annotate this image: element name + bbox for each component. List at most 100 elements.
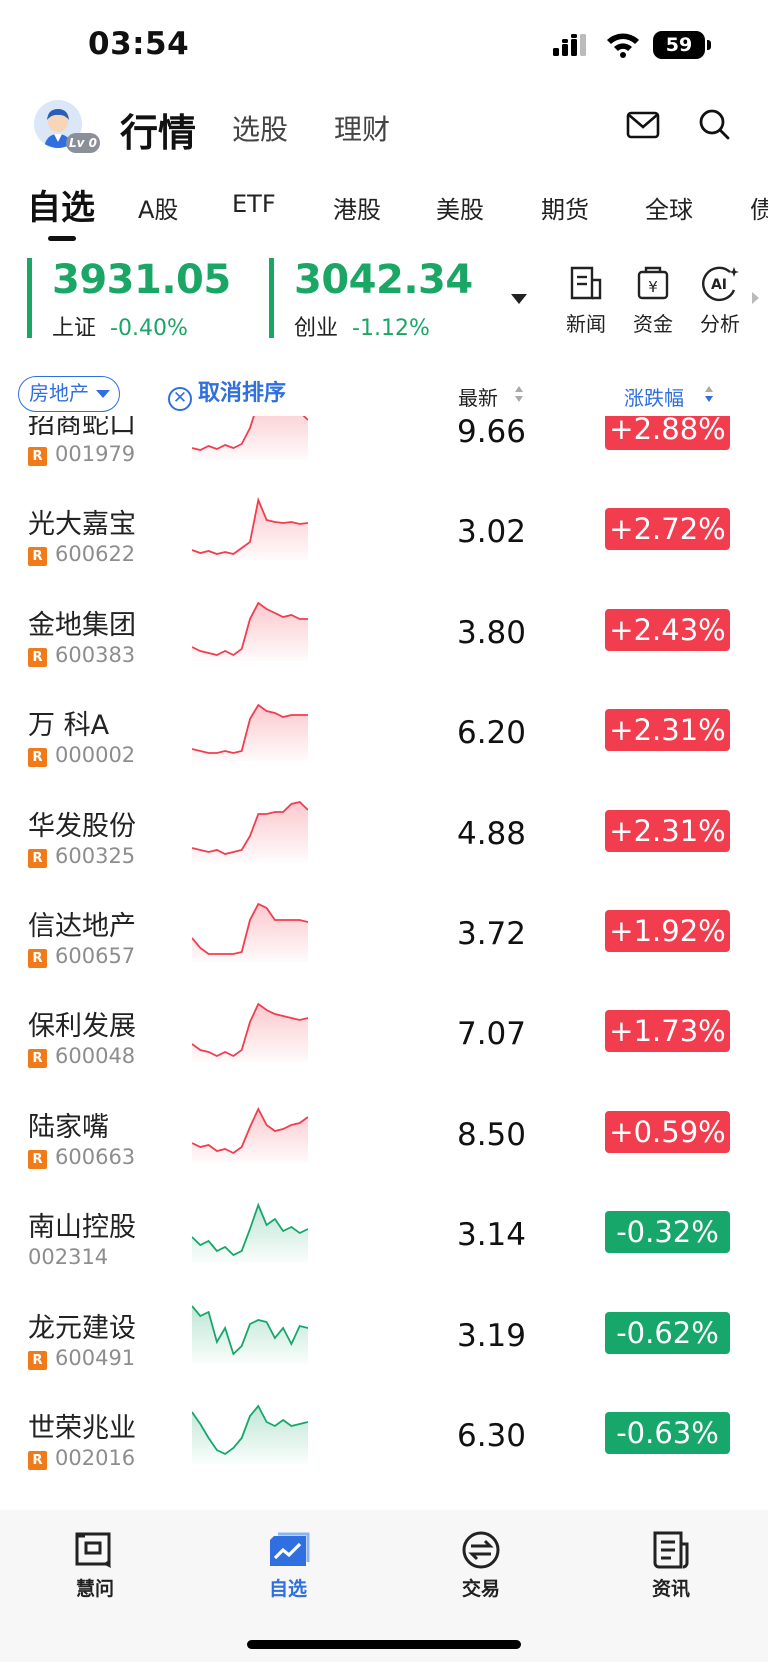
- nav-info-label: 资讯: [651, 1578, 690, 1600]
- stock-row[interactable]: 信达地产 R 600657 3.72 +1.92%: [0, 900, 768, 1000]
- tab-us-stocks[interactable]: 美股: [436, 190, 484, 225]
- stock-row[interactable]: 陆家嘴 R 600663 8.50 +0.59%: [0, 1101, 768, 1201]
- expand-indices-caret-icon[interactable]: [511, 294, 527, 304]
- latest-price: 3.14: [456, 1217, 526, 1253]
- nav-watchlist[interactable]: 自选: [248, 1530, 328, 1601]
- battery-icon: 59: [653, 31, 711, 59]
- nav-info[interactable]: 资讯: [631, 1530, 711, 1601]
- stock-code-wrapper: R 002016: [28, 1446, 135, 1470]
- stock-name: 陆家嘴: [28, 1112, 109, 1143]
- analysis-button[interactable]: AI 分析: [692, 264, 748, 337]
- change-percent-badge[interactable]: +2.72%: [605, 508, 730, 550]
- stock-row[interactable]: 世荣兆业 R 002016 6.30 -0.63%: [0, 1402, 768, 1502]
- stock-row[interactable]: 南山控股 002314 3.14 -0.32%: [0, 1201, 768, 1301]
- more-tools-arrow-icon[interactable]: [752, 292, 759, 304]
- tab-global[interactable]: 全球: [645, 190, 693, 225]
- tab-wealth[interactable]: 理财: [334, 108, 390, 148]
- stock-row[interactable]: 华发股份 R 600325 4.88 +2.31%: [0, 800, 768, 900]
- margin-trading-badge: R: [28, 1351, 47, 1370]
- change-percent-badge[interactable]: +2.31%: [605, 810, 730, 852]
- latest-price: 6.30: [456, 1418, 526, 1454]
- margin-trading-badge: R: [28, 1150, 47, 1169]
- index-value: 3042.34: [294, 257, 473, 303]
- stock-row[interactable]: 金地集团 R 600383 3.80 +2.43%: [0, 599, 768, 699]
- ai-analysis-icon: AI: [702, 266, 739, 302]
- nav-trade[interactable]: 交易: [441, 1530, 521, 1601]
- cancel-sort-label: 取消排序: [198, 381, 287, 406]
- change-percent-badge[interactable]: -0.32%: [605, 1211, 730, 1253]
- latest-price: 3.02: [456, 514, 526, 550]
- ask-icon: [75, 1532, 111, 1568]
- change-percent-badge[interactable]: +1.92%: [605, 910, 730, 952]
- battery-level: 59: [653, 31, 705, 59]
- stock-code: 600663: [55, 1145, 136, 1169]
- change-column-header[interactable]: 涨跌幅: [624, 382, 684, 411]
- margin-trading-badge: R: [28, 849, 47, 868]
- svg-text:AI: AI: [711, 277, 727, 293]
- news-button[interactable]: 新闻: [558, 264, 614, 337]
- stock-row[interactable]: 招商蛇口 R 001979 9.66 +2.88%: [0, 416, 768, 498]
- stock-row[interactable]: 龙元建设 R 600491 3.19 -0.62%: [0, 1302, 768, 1402]
- change-percent-badge[interactable]: +2.31%: [605, 709, 730, 751]
- index-change: -1.12%: [352, 316, 430, 341]
- tab-futures[interactable]: 期货: [541, 190, 589, 225]
- change-percent-badge[interactable]: +2.43%: [605, 609, 730, 651]
- stock-name: 招商蛇口: [28, 416, 136, 440]
- analysis-label: 分析: [700, 312, 740, 336]
- stock-code-wrapper: R 600048: [28, 1044, 135, 1068]
- search-icon[interactable]: [697, 107, 731, 141]
- change-percent-badge[interactable]: -0.62%: [605, 1312, 730, 1354]
- stock-code-wrapper: R 000002: [28, 743, 135, 767]
- change-percent-badge[interactable]: +1.73%: [605, 1010, 730, 1052]
- margin-trading-badge: R: [28, 1451, 47, 1470]
- capital-button[interactable]: ¥ 资金: [625, 264, 681, 337]
- intraday-sparkline: [192, 1305, 308, 1364]
- sparkline-area: [192, 416, 308, 460]
- stock-name: 世荣兆业: [28, 1413, 136, 1444]
- latest-price: 9.66: [456, 416, 526, 450]
- change-percent-badge[interactable]: +0.59%: [605, 1111, 730, 1153]
- stock-row[interactable]: 保利发展 R 600048 7.07 +1.73%: [0, 1000, 768, 1100]
- tab-quotes[interactable]: 行情: [120, 102, 196, 157]
- cancel-sort-button[interactable]: ✕ 取消排序: [168, 380, 286, 411]
- capital-label: 资金: [633, 312, 673, 336]
- change-percent-badge[interactable]: +2.88%: [605, 416, 730, 450]
- avatar[interactable]: Lv 0: [34, 100, 100, 160]
- mail-icon[interactable]: [626, 110, 660, 140]
- stock-code: 001979: [55, 442, 136, 466]
- intraday-sparkline: [192, 1404, 308, 1464]
- top-header: Lv 0 行情 选股 理财: [0, 90, 768, 170]
- latest-price: 8.50: [456, 1117, 526, 1153]
- sort-desc-arrows-icon: [705, 386, 713, 402]
- stock-name: 龙元建设: [28, 1313, 136, 1344]
- stock-name: 保利发展: [28, 1011, 136, 1042]
- tab-hk-stocks[interactable]: 港股: [333, 190, 381, 225]
- latest-price: 4.88: [456, 816, 526, 852]
- sort-bar: 房地产 ✕ 取消排序 最新 涨跌幅: [0, 372, 768, 416]
- news-label: 新闻: [566, 312, 606, 336]
- stock-row[interactable]: 光大嘉宝 R 600622 3.02 +2.72%: [0, 496, 768, 598]
- sector-filter-dropdown[interactable]: 房地产: [18, 376, 120, 412]
- index-shanghai[interactable]: 3931.05 上证 -0.40%: [27, 258, 231, 341]
- margin-trading-badge: R: [28, 547, 47, 566]
- market-tabs: 自选 A股 ETF 港股 美股 期货 全球 债: [0, 178, 768, 242]
- tab-a-shares[interactable]: A股: [138, 190, 178, 225]
- stock-code: 600622: [55, 542, 136, 566]
- tab-stock-picker[interactable]: 选股: [232, 108, 288, 148]
- margin-trading-badge: R: [28, 1049, 47, 1068]
- stock-row[interactable]: 万 科A R 000002 6.20 +2.31%: [0, 699, 768, 799]
- intraday-sparkline: [192, 1106, 308, 1163]
- trade-icon: [462, 1531, 500, 1569]
- change-percent-badge[interactable]: -0.63%: [605, 1412, 730, 1454]
- tab-etf[interactable]: ETF: [232, 190, 276, 218]
- nav-ask[interactable]: 慧问: [55, 1530, 135, 1601]
- tab-bonds[interactable]: 债: [750, 190, 768, 225]
- stock-code: 600325: [55, 844, 136, 868]
- index-chinext[interactable]: 3042.34 创业 -1.12%: [269, 257, 473, 341]
- tab-watchlist[interactable]: 自选: [27, 180, 95, 229]
- latest-price-column-header[interactable]: 最新: [458, 382, 498, 411]
- status-time: 03:54: [88, 26, 190, 62]
- stock-code-wrapper: R 600491: [28, 1346, 135, 1370]
- latest-price: 3.80: [456, 615, 526, 651]
- index-name: 创业: [294, 316, 339, 341]
